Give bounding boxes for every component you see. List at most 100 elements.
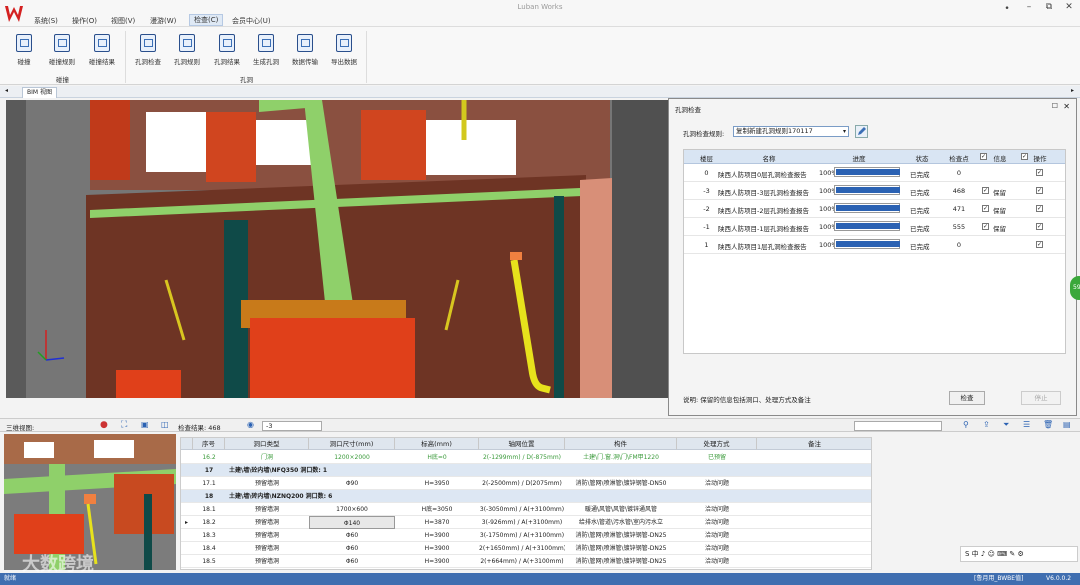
info-checkbox[interactable]: ✓ — [982, 187, 989, 194]
cell-note — [757, 503, 871, 516]
generate-hole-button[interactable]: 生成孔洞 — [248, 34, 284, 66]
fit-view-icon[interactable]: ⛶ — [121, 420, 127, 430]
filter-icon[interactable]: ⏷ — [1003, 420, 1009, 430]
progress-bar — [834, 221, 900, 231]
edit-rule-button[interactable] — [855, 125, 868, 138]
hole-results-button[interactable]: 孔洞结果 — [209, 34, 245, 66]
cell-no: 18.4 — [202, 545, 216, 552]
table-row[interactable]: 16.2 门洞 1200×2000 H底=0 2(-1299mm) / D(-875mm… — [181, 451, 871, 464]
help-dot-icon[interactable]: • — [1001, 4, 1013, 14]
cell-note — [757, 529, 871, 542]
table-row[interactable]: 17.1 预留墙洞 Φ90 H=3950 2(-2500mm) / D(2075mm) 消… — [181, 477, 871, 490]
op-checkbox[interactable]: ✓ — [1036, 241, 1043, 248]
cell-note — [757, 555, 871, 568]
share-icon[interactable]: ⇪ — [983, 420, 990, 429]
col-info: 信息 — [993, 155, 1007, 163]
window-icon[interactable]: ◫ — [161, 420, 169, 429]
minimize-button[interactable]: – — [1023, 2, 1035, 12]
generate-hole-icon — [258, 34, 274, 52]
maximize-icon[interactable]: ☐ — [1052, 102, 1058, 110]
row-floor: -1 — [703, 223, 710, 231]
hole-results-icon — [219, 34, 235, 52]
table-row[interactable]: 18.5 预留墙洞 Φ60 H=3900 2(+664mm) / A(+3100mm) 消… — [181, 555, 871, 568]
report-row[interactable]: -1 陕西人防项目-1层孔洞检查报告 100% 已完成 555 ✓ 保留 ✓ — [684, 218, 1065, 236]
th-elevation: 标高(mm) — [395, 438, 479, 450]
report-row[interactable]: 1 陕西人防项目1层孔洞检查报告 100% 已完成 0 ✓ — [684, 236, 1065, 254]
restore-button[interactable]: ⧉ — [1043, 2, 1055, 12]
check-button[interactable]: 检查 — [949, 391, 985, 405]
op-checkbox[interactable]: ✓ — [1036, 169, 1043, 176]
camera-icon[interactable]: ▣ — [141, 420, 149, 429]
hole-check-icon — [140, 34, 156, 52]
row-points: 468 — [952, 187, 966, 195]
collision-results-button[interactable]: 碰撞结果 — [84, 34, 120, 66]
delete-icon[interactable]: 🗑 — [1043, 420, 1053, 429]
model-render — [6, 100, 668, 398]
cell-action: 洽动问题 — [704, 558, 729, 565]
hole-check-button[interactable]: 孔洞检查 — [130, 34, 166, 66]
info-all-checkbox[interactable]: ✓ — [980, 153, 987, 160]
close-button[interactable]: ✕ — [1063, 2, 1075, 12]
menu-check[interactable]: 检查(C) — [189, 14, 224, 26]
bim-3d-viewport[interactable] — [6, 100, 668, 398]
menu-roam[interactable]: 漫游(W) — [150, 16, 176, 26]
table-row[interactable]: 18.3 预留墙洞 Φ60 H=3900 3(-1750mm) / A(+3100mm)… — [181, 529, 871, 542]
table-group-row[interactable]: 17 土建\墙\砼内墙\NFQ350 洞口数: 1 — [181, 464, 871, 477]
op-all-checkbox[interactable]: ✓ — [1021, 153, 1028, 160]
rule-select[interactable]: 复制新建孔洞规则170117 ▾ — [733, 126, 849, 137]
dialog-close-icon[interactable]: ✕ — [1063, 102, 1070, 111]
filter-select[interactable] — [854, 421, 942, 431]
cell-no: 18.3 — [202, 532, 216, 539]
eye-icon[interactable]: ◉ — [247, 420, 254, 429]
float-badge[interactable]: 59 — [1070, 276, 1080, 300]
cell-elev: H底=3050 — [421, 506, 453, 513]
menu-system[interactable]: 系统(S) — [34, 16, 58, 26]
report-row[interactable]: -2 陕西人防项目-2层孔洞检查报告 100% 已完成 471 ✓ 保留 ✓ — [684, 200, 1065, 218]
cell-note — [757, 477, 871, 490]
th-type: 洞口类型 — [225, 438, 309, 450]
op-checkbox[interactable]: ✓ — [1036, 205, 1043, 212]
op-checkbox[interactable]: ✓ — [1036, 187, 1043, 194]
table-row[interactable]: ▸ 18.2 预留墙洞 Φ140 H=3870 3(-926mm) / A(+3100mm… — [181, 516, 871, 529]
tab-right-arrow-icon[interactable]: ▸ — [1071, 87, 1074, 94]
menu-view[interactable]: 视图(V) — [111, 16, 135, 26]
cell-action: 洽动问题 — [704, 532, 729, 539]
status-text: 就绪 — [4, 575, 17, 582]
report-row[interactable]: 0 陕西人防项目0层孔洞检查报告 100% 已完成 0 ✓ — [684, 164, 1065, 182]
data-transfer-button[interactable]: 数据传输 — [287, 34, 323, 66]
row-name: 陕西人防项目-3层孔洞检查报告 — [718, 189, 809, 197]
save-icon[interactable]: ▤ — [1063, 420, 1071, 429]
info-checkbox[interactable]: ✓ — [982, 205, 989, 212]
table-row[interactable]: 18.1 预留墙洞 1700×600 H底=3050 3(-3050mm) / A(+3… — [181, 503, 871, 516]
collision-button[interactable]: 碰撞 — [6, 34, 42, 66]
tab-left-arrow-icon[interactable]: ◂ — [5, 87, 8, 94]
export-data-button[interactable]: 导出数据 — [326, 34, 362, 66]
hole-rules-button[interactable]: 孔洞规则 — [169, 34, 205, 66]
cell-no: 17.1 — [202, 480, 216, 487]
menu-member[interactable]: 会员中心(U) — [232, 16, 271, 26]
menu-operation[interactable]: 操作(O) — [72, 16, 97, 26]
floor-select[interactable]: -3 — [262, 421, 322, 431]
collision-rules-button[interactable]: 碰撞规则 — [44, 34, 80, 66]
cell-type: 预留墙洞 — [254, 545, 279, 552]
list-icon[interactable]: ☰ — [1023, 420, 1030, 429]
table-row[interactable]: 18.4 预留墙洞 Φ60 H=3900 2(+1650mm) / A(+3100mm)… — [181, 542, 871, 555]
ime-toolbar[interactable]: S 中 ♪ ☺ ⌨ ✎ ⚙ — [960, 546, 1078, 562]
info-checkbox[interactable]: ✓ — [982, 223, 989, 230]
locate-icon[interactable]: ⚲ — [963, 420, 969, 429]
tab-bim-view[interactable]: BIM 视图 — [22, 87, 57, 98]
col-progress: 进度 — [852, 155, 866, 163]
th-no: 序号 — [193, 438, 225, 450]
op-checkbox[interactable]: ✓ — [1036, 223, 1043, 230]
chevron-down-icon[interactable]: ▾ — [843, 127, 846, 136]
stop-button[interactable]: 停止 — [1021, 391, 1061, 405]
row-points: 0 — [956, 241, 962, 249]
progress-fill — [836, 169, 900, 175]
hole-results-table: 序号 洞口类型 洞口尺寸(mm) 标高(mm) 轴网位置 构件 处理方式 备注 … — [180, 437, 872, 570]
hole-check-dialog: 孔洞检查 ☐ ✕ 孔洞检查规则: 复制新建孔洞规则170117 ▾ 楼层 名称 … — [668, 98, 1077, 416]
report-row[interactable]: -3 陕西人防项目-3层孔洞检查报告 100% 已完成 468 ✓ 保留 ✓ — [684, 182, 1065, 200]
progress-fill — [836, 241, 900, 247]
th-action: 处理方式 — [677, 438, 757, 450]
table-group-row[interactable]: 18 土建\墙\砖内墙\NZNQ200 洞口数: 6 — [181, 490, 871, 503]
color-icon[interactable]: ● — [100, 420, 108, 430]
